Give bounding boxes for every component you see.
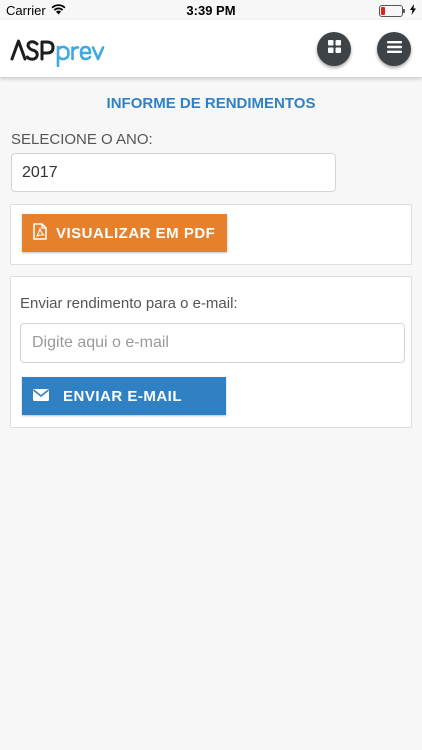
grid-icon xyxy=(327,40,341,58)
battery-icon xyxy=(379,4,405,17)
status-time: 3:39 PM xyxy=(186,3,236,18)
email-input[interactable] xyxy=(20,323,405,363)
charging-bolt-icon xyxy=(410,3,416,18)
view-pdf-button[interactable]: VISUALIZAR EM PDF xyxy=(22,214,227,252)
year-label: SELECIONE O ANO: xyxy=(11,131,153,148)
pdf-panel: VISUALIZAR EM PDF xyxy=(10,204,412,265)
menu-button[interactable] xyxy=(377,32,411,66)
email-panel: Enviar rendimento para o e-mail: ENVIAR … xyxy=(10,276,412,428)
apps-grid-button[interactable] xyxy=(317,32,351,66)
status-bar: Carrier 3:39 PM xyxy=(0,0,422,20)
envelope-icon xyxy=(22,388,63,405)
page-title: INFORME DE RENDIMENTOS xyxy=(106,95,316,112)
app-header xyxy=(0,20,422,77)
pdf-file-icon xyxy=(22,222,56,244)
view-pdf-label: VISUALIZAR EM PDF xyxy=(56,224,216,242)
asprev-logo xyxy=(10,33,114,68)
send-email-label: ENVIAR E-MAIL xyxy=(63,387,182,405)
year-select[interactable]: 2017 xyxy=(11,153,336,192)
status-right xyxy=(379,3,416,18)
send-email-button[interactable]: ENVIAR E-MAIL xyxy=(22,377,226,415)
email-label: Enviar rendimento para o e-mail: xyxy=(20,295,238,312)
hamburger-menu-icon xyxy=(386,40,402,58)
